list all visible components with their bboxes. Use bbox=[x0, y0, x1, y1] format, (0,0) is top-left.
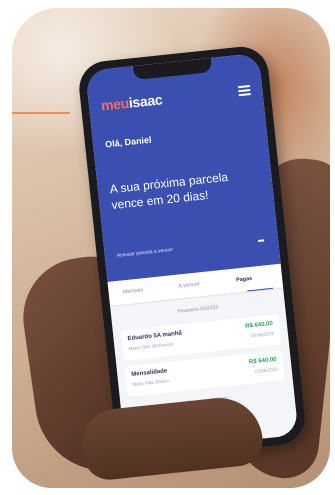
installment-date: 07/08/2022 bbox=[251, 330, 275, 339]
installment-amount: R$ 640,00 bbox=[248, 356, 277, 366]
active-tab-indicator bbox=[247, 287, 274, 292]
phone-screen: meuisaac Olá, Daniel A sua próxima parce… bbox=[85, 52, 299, 454]
next-installment-headline: A sua próxima parcela vence em 20 dias! bbox=[109, 169, 229, 213]
tab-a-vencer[interactable]: A vencer bbox=[178, 281, 200, 289]
hero-banner: meuisaac Olá, Daniel A sua próxima parce… bbox=[85, 52, 281, 282]
installment-title: Eduardo 5A manhã bbox=[127, 330, 183, 343]
app-logo: meuisaac bbox=[100, 91, 163, 113]
tab-mensais[interactable]: Mensais bbox=[122, 287, 143, 295]
arrow-icon[interactable] bbox=[258, 239, 265, 242]
photo-frame: meuisaac Olá, Daniel A sua próxima parce… bbox=[12, 8, 330, 488]
installment-amount: R$ 640,00 bbox=[244, 320, 274, 330]
installment-date: 07/08/2022 bbox=[254, 366, 278, 375]
greeting-text: Olá, Daniel bbox=[104, 134, 152, 150]
tab-pagas[interactable]: Pagas bbox=[236, 276, 253, 284]
installment-title: Mensalidade bbox=[131, 368, 168, 378]
logo-part-1: meu bbox=[100, 94, 130, 114]
installment-subtitle: Maria Vitta 30/Vencido bbox=[128, 341, 174, 352]
accent-line bbox=[12, 112, 70, 114]
logo-part-2: isaac bbox=[128, 91, 164, 111]
installment-subtitle: Maria Vitta 30/ano bbox=[132, 378, 169, 387]
next-installment-link[interactable]: Acessar parcela a vencer bbox=[117, 247, 174, 259]
hamburger-menu-icon[interactable] bbox=[237, 85, 251, 96]
